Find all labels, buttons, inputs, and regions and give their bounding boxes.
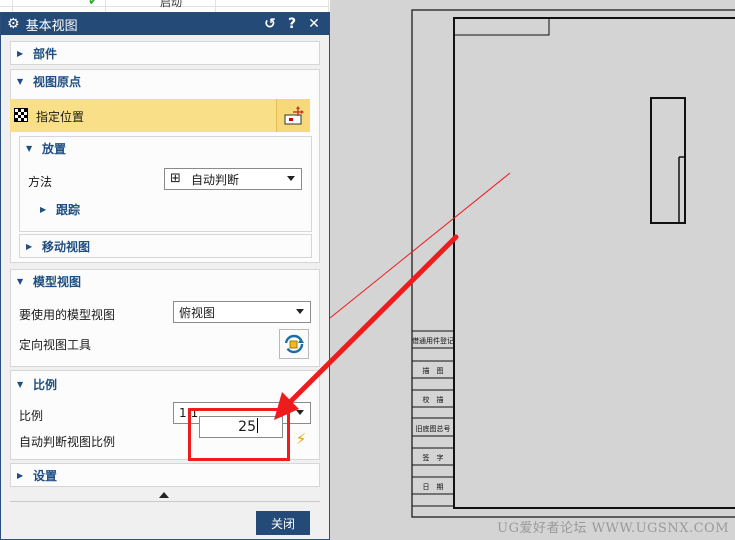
group-part-label: 部件 [33,46,58,61]
auto-infer-icon: ⊞ [170,171,181,186]
drawing-sheet: 借通用件登记 描 图 校 描 旧底图总号 签 字 日 期 [330,9,735,518]
model-view-label: 要使用的模型视图 [19,308,116,322]
collapse-arrow-icon[interactable] [159,492,169,498]
annotation-highlight-box [188,408,290,461]
chevron-down-icon [287,176,295,181]
title-block-row: 描 图 [423,366,444,375]
group-tracking-label: 跟踪 [56,202,81,217]
dialog-titlebar[interactable]: ⚙ 基本视图 ↺ ? ✕ [1,13,329,35]
point-constructor-icon [284,105,304,124]
part-top-view [650,97,686,224]
watermark: UG爱好者论坛 WWW.UGSNX.COM [497,521,729,536]
chevron-down-icon: ▼ [17,276,24,286]
group-move-view-header[interactable]: ▶ 移动视图 [20,235,311,257]
orient-view-tool-button[interactable] [279,329,309,359]
chevron-right-icon: ▶ [26,241,33,251]
group-scale-header[interactable]: ▼ 比例 [11,373,319,395]
point-dialog-button[interactable] [276,99,310,132]
group-settings: ▶ 设置 [10,463,320,487]
chevron-down-icon [296,309,304,314]
chevron-down-icon: ▼ [17,76,24,86]
method-value: 自动判断 [191,172,240,187]
group-move-view-label: 移动视图 [42,239,91,254]
chevron-down-icon: ▼ [17,379,24,389]
drawing-canvas[interactable]: 借通用件登记 描 图 校 描 旧底图总号 签 字 日 期 UG爱好者论坛 WWW… [330,0,735,540]
rubber-band-line [330,172,511,319]
help-button[interactable]: ? [283,16,301,32]
chevron-down-icon: ▼ [26,143,33,153]
scale-label: 比例 [19,409,44,423]
group-placement: ▼ 放置 方法 ⊞ 自动判断 ▶ 跟踪 [19,136,312,232]
group-view-origin-header[interactable]: ▼ 视图原点 [11,70,319,92]
orient-view-icon [284,334,304,354]
group-model-view-header[interactable]: ▼ 模型视图 [11,270,319,292]
group-placement-header[interactable]: ▼ 放置 [20,137,311,159]
checkered-flag-icon [14,108,28,122]
title-block-row: 借通用件登记 [412,336,454,345]
group-settings-label: 设置 [33,468,58,483]
group-tracking-header[interactable]: ▶ 跟踪 [34,198,80,220]
group-settings-header[interactable]: ▶ 设置 [11,464,319,486]
group-placement-label: 放置 [42,141,67,156]
sheet-inner-frame [453,17,735,509]
title-block-row: 签 字 [423,453,444,462]
dialog-title: 基本视图 [25,18,78,34]
group-part-header[interactable]: ▶ 部件 [11,42,319,64]
title-block-row: 校 描 [423,395,444,404]
top-left-box [453,17,550,36]
chevron-right-icon: ▶ [17,48,24,58]
specify-location-label: 指定位置 [36,110,85,124]
group-move-view: ▶ 移动视图 [19,234,312,258]
model-view-value: 俯视图 [179,305,216,320]
specify-location-row[interactable]: 指定位置 [10,99,310,132]
lightning-icon[interactable]: ⚡ [291,428,311,450]
title-block-row: 旧底图总号 [416,424,451,433]
group-scale-label: 比例 [33,377,58,392]
group-model-view-label: 模型视图 [33,274,82,289]
method-label: 方法 [28,175,53,189]
title-block-row: 日 期 [423,483,444,491]
reset-button[interactable]: ↺ [261,16,279,32]
sheet-cell-text: 启动 [160,0,182,9]
model-view-dropdown[interactable]: 俯视图 [173,301,311,323]
group-part: ▶ 部件 [10,41,320,65]
auto-scale-label: 自动判断视图比例 [19,435,116,449]
check-icon: ✔ [88,0,99,9]
orient-view-tool-label: 定向视图工具 [19,338,92,352]
group-model-view: ▼ 模型视图 要使用的模型视图 俯视图 定向视图工具 [10,269,320,367]
close-x-button[interactable]: ✕ [305,16,323,32]
gear-icon: ⚙ [7,16,20,32]
chevron-down-icon [296,410,304,415]
method-dropdown[interactable]: ⊞ 自动判断 [164,168,302,190]
chevron-right-icon: ▶ [40,204,47,214]
group-view-origin-label: 视图原点 [33,74,82,89]
bottom-separator [10,501,320,502]
chevron-right-icon: ▶ [17,470,24,480]
close-button[interactable]: 关闭 [256,511,310,535]
sheet-outer-border [411,9,735,518]
